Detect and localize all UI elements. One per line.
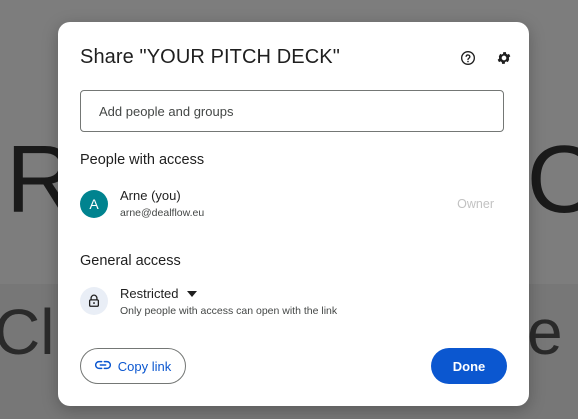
copy-link-label: Copy link — [117, 358, 172, 374]
add-people-input[interactable] — [81, 91, 503, 131]
background-text: e — [527, 296, 563, 368]
people-with-access-title: People with access — [80, 152, 205, 168]
add-people-field — [80, 90, 504, 132]
person-email: arne@dealflow.eu — [120, 207, 205, 219]
background-text: O — [527, 126, 578, 233]
owner-role-label: Owner — [457, 197, 494, 211]
person-row: A Arne (you) arne@dealflow.eu Owner — [80, 187, 504, 221]
share-dialog: Share "YOUR PITCH DECK" People with acce… — [58, 22, 529, 406]
general-access-title: General access — [80, 253, 181, 269]
access-level-dropdown[interactable]: Restricted — [120, 284, 197, 302]
person-name: Arne (you) — [120, 188, 181, 203]
help-circle-icon[interactable] — [459, 49, 477, 67]
general-access-row: Restricted Only people with access can o… — [80, 282, 504, 322]
access-description: Only people with access can open with th… — [120, 305, 338, 317]
link-icon — [94, 357, 111, 375]
dialog-title: Share "YOUR PITCH DECK" — [80, 46, 340, 68]
copy-link-button[interactable]: Copy link — [80, 348, 186, 384]
caret-down-icon — [186, 284, 197, 302]
lock-icon — [80, 287, 108, 315]
access-level-value: Restricted — [120, 285, 179, 301]
gear-icon[interactable] — [495, 49, 513, 67]
avatar: A — [80, 190, 108, 218]
header-actions — [459, 49, 513, 67]
done-button[interactable]: Done — [431, 348, 507, 384]
